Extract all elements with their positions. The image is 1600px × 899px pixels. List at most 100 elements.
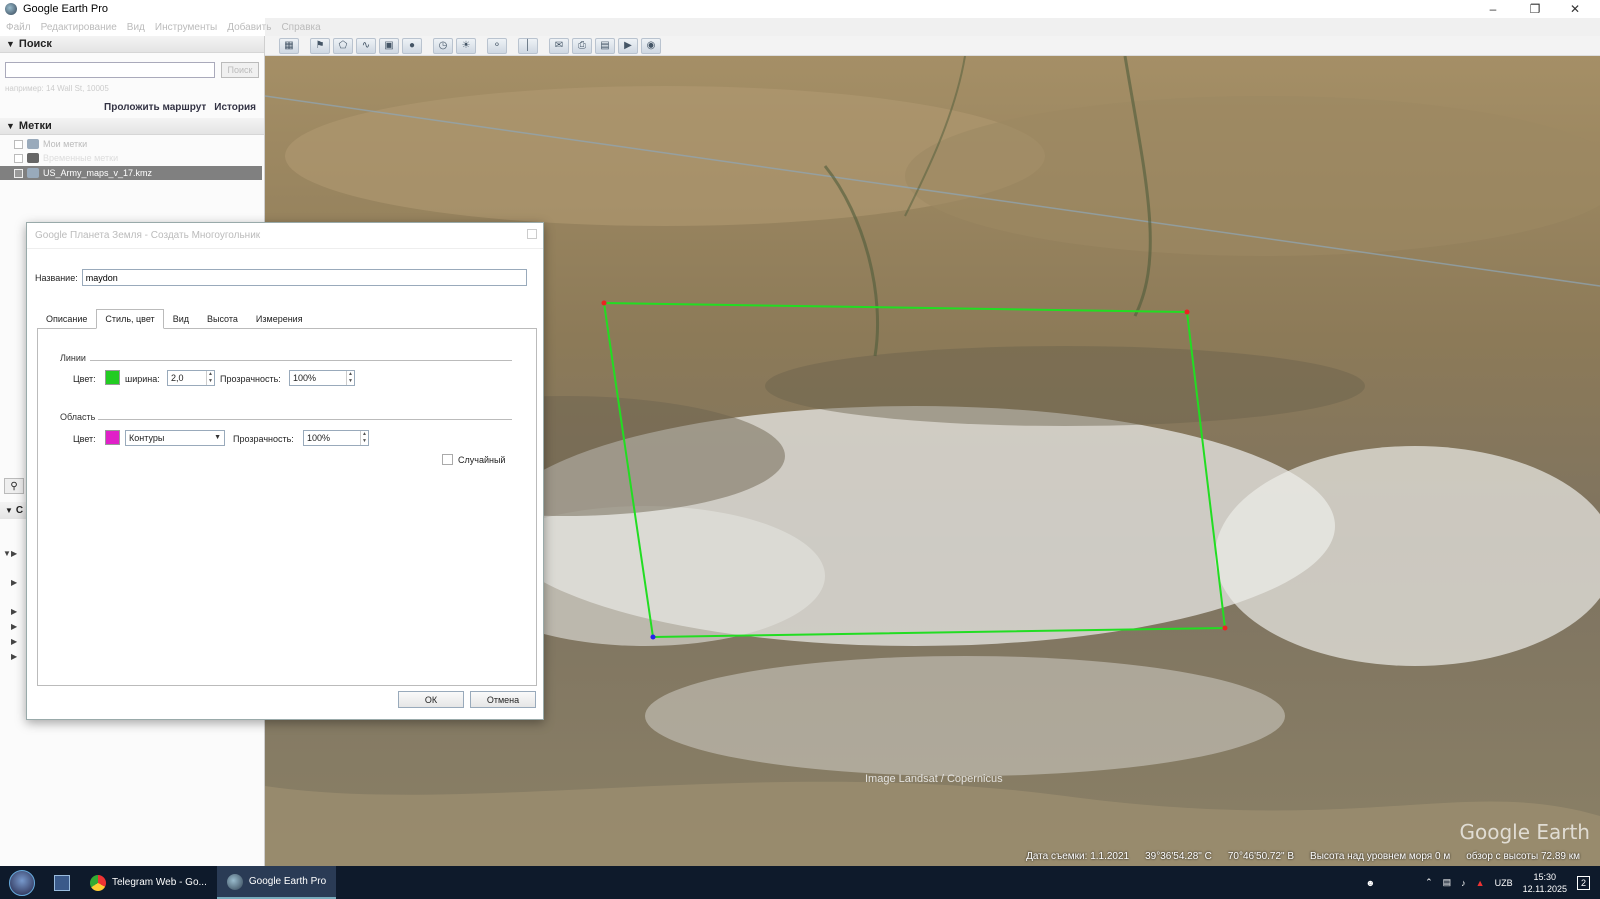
taskbar-app-telegram[interactable]: Telegram Web - Go...	[80, 866, 217, 899]
expand-triangle-icon[interactable]: ▶	[11, 607, 17, 616]
record-tour-icon[interactable]: ●	[402, 37, 422, 54]
line-opacity-stepper[interactable]: 100% ▲ ▼	[289, 370, 355, 386]
checkbox[interactable]	[14, 139, 23, 149]
eye-altitude: обзор с высоты 72.89 км	[1466, 850, 1580, 862]
checkbox[interactable]	[14, 168, 23, 178]
floppy-icon	[54, 874, 70, 891]
expand-triangle-icon[interactable]: ▶	[11, 578, 17, 587]
expand-triangle-icon[interactable]: ▶	[11, 622, 17, 631]
style-tab-pane: Линии Цвет: ширина: 2,0 ▲ ▼ Прозрачность:…	[37, 328, 537, 686]
minimize-button[interactable]: –	[1474, 0, 1512, 18]
imagery-attribution: Image Landsat / Copernicus	[865, 773, 1003, 785]
kmz-file-icon	[27, 168, 39, 178]
warning-icon[interactable]: ▲	[1476, 878, 1485, 888]
search-section-header[interactable]: ▼ Поиск	[0, 36, 264, 53]
sidebar-toggle-icon[interactable]: ▦	[279, 37, 299, 54]
status-bar: Дата съемки: 1.1.2021 39°36'54.28" С 70°…	[265, 846, 1600, 866]
tab-description[interactable]: Описание	[37, 309, 96, 329]
add-overlay-icon[interactable]: ▣	[379, 37, 399, 54]
earth-view-icon[interactable]: ◉	[641, 37, 661, 54]
line-color-label: Цвет:	[73, 374, 96, 384]
polygon-dialog: Google Планета Земля - Создать Многоугол…	[26, 222, 544, 720]
name-label: Название:	[35, 272, 78, 283]
magnifier-icon[interactable]: ⚲	[4, 478, 24, 494]
ok-button[interactable]: ОК	[398, 691, 464, 708]
stepper-arrows-icon[interactable]: ▲ ▼	[360, 431, 368, 445]
area-color-label: Цвет:	[73, 434, 96, 444]
historical-imagery-icon[interactable]: ◷	[433, 37, 453, 54]
taskbar-app-google-earth[interactable]: Google Earth Pro	[216, 866, 337, 899]
menu-help[interactable]: Справка	[281, 22, 320, 33]
places-section-header[interactable]: ▼ Метки	[0, 118, 264, 135]
expand-triangle-icon[interactable]: ▶	[11, 549, 17, 558]
name-field[interactable]	[81, 269, 527, 286]
toolbar: ▦ ⚑ ⬠ ∿ ▣ ● ◷ ☀ ⚬ │ ✉ ⎙ ▤ ▶ ◉	[265, 36, 1600, 56]
history-link[interactable]: История	[214, 102, 256, 113]
tree-item-my-places[interactable]: Мои метки	[14, 137, 87, 151]
area-color-swatch[interactable]	[105, 430, 120, 445]
dialog-close-icon[interactable]	[527, 229, 537, 239]
tree-item-kmz[interactable]: US_Army_maps_v_17.kmz	[0, 166, 262, 180]
notification-icon[interactable]: 2	[1576, 875, 1590, 890]
add-polygon-icon[interactable]: ⬠	[333, 37, 353, 54]
dialog-title: Google Планета Земля - Создать Многоугол…	[27, 223, 543, 249]
expand-triangle-icon[interactable]: ▶	[11, 637, 17, 646]
save-image-icon[interactable]: ▤	[595, 37, 615, 54]
fill-mode-select[interactable]: Контуры ▼	[125, 430, 225, 446]
add-path-icon[interactable]: ∿	[356, 37, 376, 54]
collapse-triangle-icon: ▼	[6, 39, 15, 49]
stepper-arrows-icon[interactable]: ▲ ▼	[346, 371, 354, 385]
people-icon[interactable]: ☻	[1366, 878, 1375, 888]
add-placemark-icon[interactable]: ⚑	[310, 37, 330, 54]
area-group-label: Область	[60, 412, 96, 422]
tab-altitude[interactable]: Высота	[198, 309, 247, 329]
chrome-icon	[90, 874, 106, 891]
tab-view[interactable]: Вид	[164, 309, 198, 329]
tab-measurements[interactable]: Измерения	[247, 309, 312, 329]
search-input[interactable]	[5, 62, 215, 78]
chevron-down-icon: ▼	[214, 434, 221, 441]
network-icon[interactable]: ▤	[1443, 877, 1452, 888]
area-opacity-stepper[interactable]: 100% ▲ ▼	[303, 430, 369, 446]
lines-group-label: Линии	[60, 353, 86, 363]
search-button[interactable]: Поиск	[221, 62, 259, 78]
tree-item-temporary-places[interactable]: Временные метки	[14, 151, 118, 165]
menu-tools[interactable]: Инструменты	[155, 22, 217, 33]
folder-icon	[27, 153, 39, 163]
google-earth-logo: Google Earth	[1459, 820, 1590, 844]
movie-maker-icon[interactable]: ▶	[618, 37, 638, 54]
layers-section-header[interactable]: ▼ С	[0, 502, 28, 519]
longitude: 70°46'50.72" В	[1227, 850, 1295, 862]
menu-file[interactable]: Файл	[6, 22, 31, 33]
route-link[interactable]: Проложить маршрут	[104, 102, 206, 113]
windows-logo-icon	[9, 869, 35, 896]
line-width-stepper[interactable]: 2,0 ▲ ▼	[167, 370, 215, 386]
restore-button[interactable]: ❐	[1516, 0, 1554, 18]
checkbox[interactable]	[14, 153, 23, 163]
places-section-title: Метки	[18, 120, 52, 132]
menu-view[interactable]: Вид	[127, 22, 145, 33]
language-indicator[interactable]: UZB	[1495, 878, 1513, 888]
menu-bar: Файл Редактирование Вид Инструменты Доба…	[0, 18, 321, 36]
menu-add[interactable]: Добавить	[227, 22, 271, 33]
line-color-swatch[interactable]	[105, 370, 120, 385]
volume-icon[interactable]: ♪	[1461, 878, 1466, 888]
print-icon[interactable]: ⎙	[572, 37, 592, 54]
sunlight-icon[interactable]: ☀	[456, 37, 476, 54]
chevron-up-icon[interactable]: ⌃	[1425, 877, 1433, 888]
window-title: Google Earth Pro	[23, 3, 108, 15]
menu-edit[interactable]: Редактирование	[41, 22, 117, 33]
expand-triangle-icon[interactable]: ▼	[3, 549, 11, 558]
tab-style-color[interactable]: Стиль, цвет	[96, 309, 164, 329]
planets-icon[interactable]: ⚬	[487, 37, 507, 54]
email-icon[interactable]: ✉	[549, 37, 569, 54]
ruler-icon[interactable]: │	[518, 37, 538, 54]
expand-triangle-icon[interactable]: ▶	[11, 652, 17, 661]
cancel-button[interactable]: Отмена	[470, 691, 536, 708]
close-button[interactable]: ✕	[1556, 0, 1594, 18]
random-checkbox[interactable]	[442, 454, 453, 465]
clock[interactable]: 15:30 12.11.2025	[1523, 871, 1567, 895]
taskbar-save-icon[interactable]	[44, 866, 80, 899]
start-button[interactable]	[0, 866, 44, 899]
stepper-arrows-icon[interactable]: ▲ ▼	[206, 371, 214, 385]
